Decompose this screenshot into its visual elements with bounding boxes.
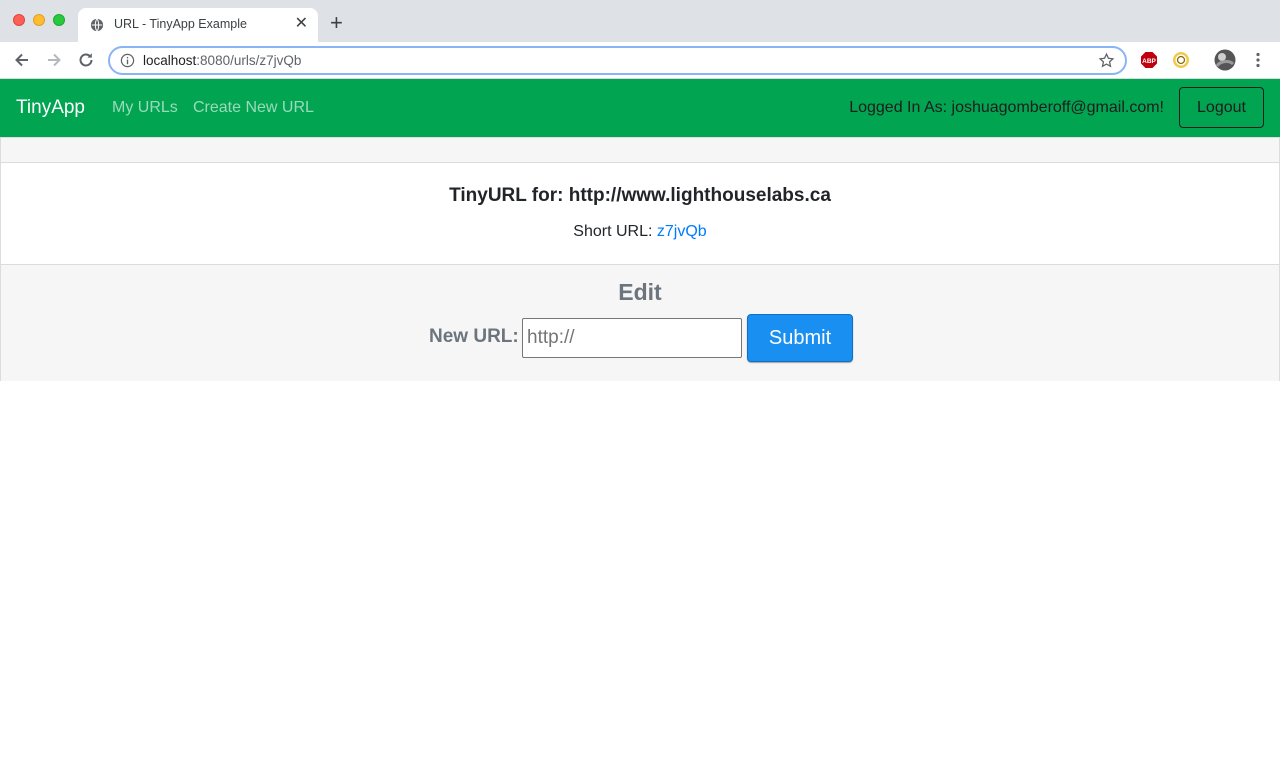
card-footer: Edit New URL: Submit [1, 264, 1279, 381]
minimize-window-button[interactable] [33, 14, 45, 26]
forward-arrow-icon[interactable] [44, 50, 64, 70]
new-tab-button[interactable]: + [330, 12, 343, 34]
svg-text:ABP: ABP [1142, 58, 1156, 65]
app-navbar: TinyApp My URLs Create New URL Logged In… [0, 79, 1280, 137]
brand-link[interactable]: TinyApp [16, 97, 85, 119]
info-icon[interactable] [120, 53, 135, 68]
extension-icon[interactable] [1172, 51, 1190, 69]
browser-tab[interactable]: URL - TinyApp Example ✕ [78, 8, 318, 42]
back-arrow-icon[interactable] [12, 50, 32, 70]
url-text: localhost:8080/urls/z7jvQb [143, 53, 302, 68]
profile-avatar[interactable] [1214, 49, 1236, 71]
tab-title: URL - TinyApp Example [114, 17, 247, 31]
url-card: TinyURL for: http://www.lighthouselabs.c… [0, 137, 1280, 381]
reload-icon[interactable] [76, 50, 96, 70]
browser-toolbar: localhost:8080/urls/z7jvQb [0, 42, 1280, 79]
nav-link-create-new-url[interactable]: Create New URL [193, 99, 314, 117]
card-header [1, 138, 1279, 163]
short-url-line: Short URL: z7jvQb [1, 223, 1279, 241]
more-menu-icon[interactable] [1252, 51, 1264, 69]
short-url-label: Short URL: [573, 223, 653, 240]
abp-icon[interactable]: ABP [1140, 51, 1158, 69]
new-url-input[interactable] [522, 318, 742, 358]
logged-in-text: Logged In As: joshuagomberoff@gmail.com! [849, 99, 1164, 116]
zoom-window-button[interactable] [53, 14, 65, 26]
short-url-link[interactable]: z7jvQb [657, 223, 707, 240]
logout-button[interactable]: Logout [1179, 87, 1264, 128]
submit-button[interactable]: Submit [747, 314, 853, 362]
nav-link-my-urls[interactable]: My URLs [112, 99, 178, 117]
browser-tab-bar: URL - TinyApp Example ✕ + [0, 0, 1280, 42]
new-url-label: New URL: [429, 326, 519, 347]
close-window-button[interactable] [13, 14, 25, 26]
edit-heading: Edit [618, 279, 662, 305]
bookmark-star-icon[interactable] [1098, 52, 1115, 69]
globe-icon [90, 18, 104, 32]
tab-close-icon[interactable]: ✕ [295, 15, 308, 33]
address-bar[interactable]: localhost:8080/urls/z7jvQb [108, 46, 1127, 75]
card-title: TinyURL for: http://www.lighthouselabs.c… [449, 185, 831, 206]
